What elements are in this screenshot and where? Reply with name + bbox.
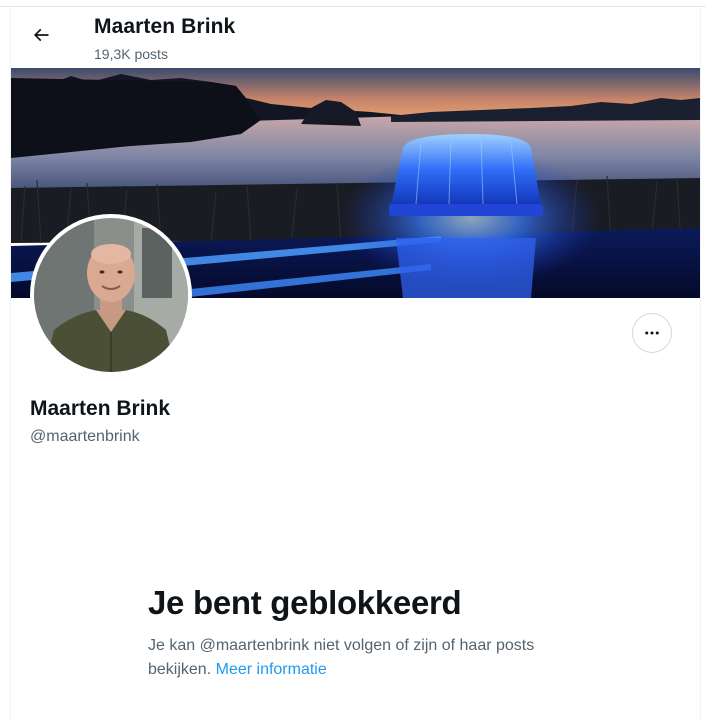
avatar[interactable] (30, 214, 192, 376)
blocked-message: Je kan @maartenbrink niet volgen of zijn… (148, 634, 548, 682)
header-post-count: 19,3K posts (94, 46, 168, 62)
avatar-image (34, 218, 188, 372)
arrow-left-icon (33, 28, 49, 42)
back-button[interactable] (25, 19, 57, 51)
profile-header: Maarten Brink 19,3K posts (11, 7, 700, 68)
blocked-title: Je bent geblokkeerd (148, 584, 462, 621)
profile-name: Maarten Brink (30, 397, 171, 420)
column-border-right (700, 7, 701, 720)
profile-handle: @maartenbrink (30, 428, 140, 445)
learn-more-link[interactable]: Meer informatie (216, 661, 327, 678)
header-title: Maarten Brink (94, 15, 236, 38)
blocked-message-text: Je kan @maartenbrink niet volgen of zijn… (148, 637, 535, 678)
more-options-button[interactable] (632, 313, 672, 353)
more-horizontal-icon (645, 331, 659, 335)
